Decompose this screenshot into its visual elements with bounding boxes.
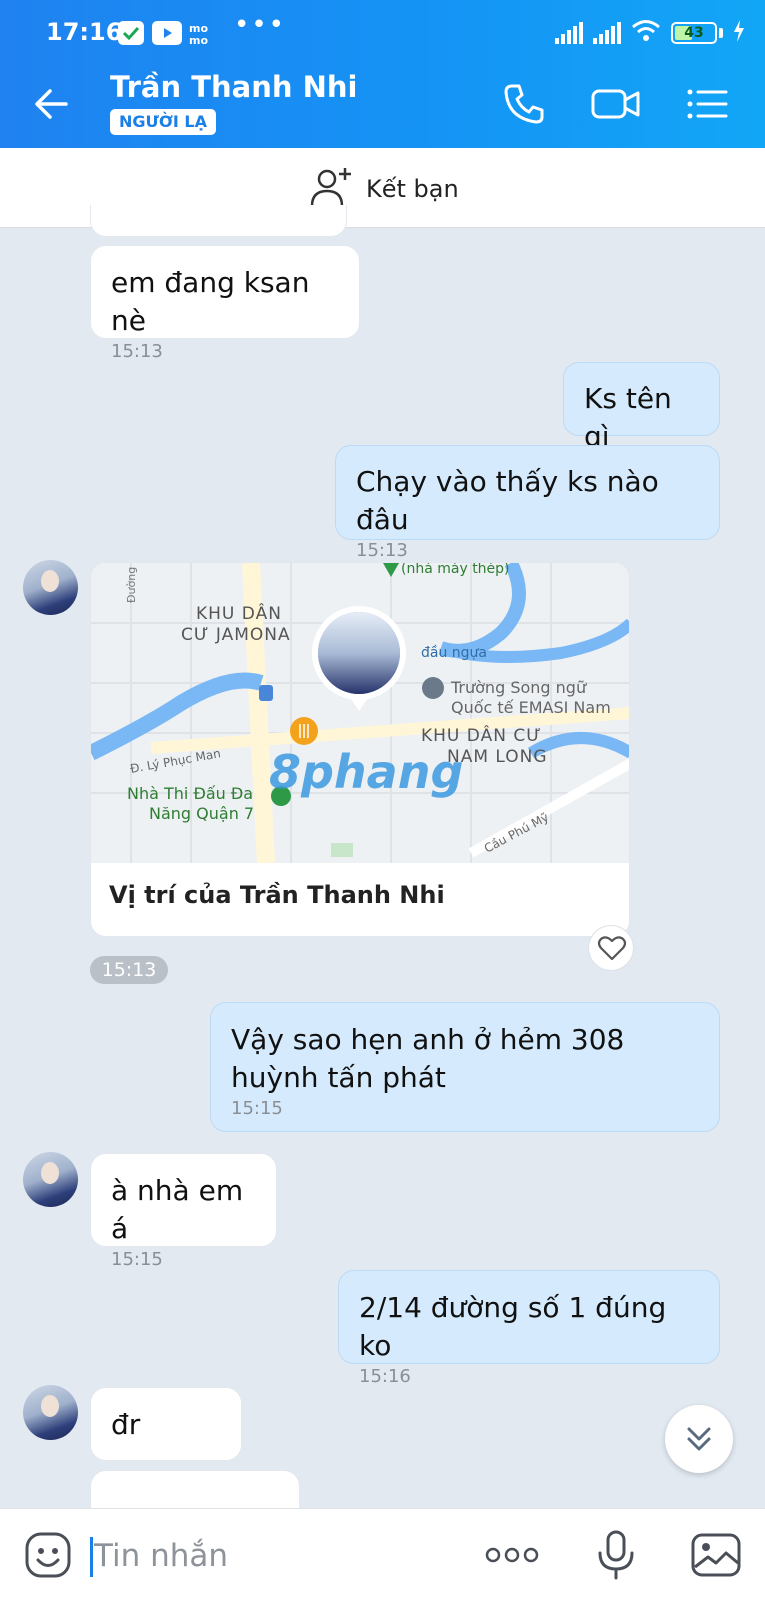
phone-icon[interactable] — [500, 80, 548, 128]
chat-header: Trần Thanh Nhi NGƯỜI LẠ — [0, 58, 765, 148]
location-time: 15:13 — [90, 956, 168, 984]
scroll-to-bottom-button[interactable] — [665, 1405, 733, 1473]
message-text: à nhà em á — [111, 1174, 244, 1245]
message-bubble-incoming[interactable]: đr — [90, 1387, 242, 1461]
charging-icon — [733, 20, 745, 46]
message-text: Chạy vào thấy ks nào đâu — [356, 465, 659, 536]
wifi-icon — [631, 19, 661, 47]
checkmark-app-icon — [118, 21, 144, 45]
avatar[interactable] — [23, 1385, 78, 1440]
message-bubble-outgoing[interactable]: 2/14 đường số 1 đúng ko 15:16 — [338, 1270, 720, 1387]
battery-icon: 43 — [671, 22, 717, 44]
more-options-icon[interactable] — [484, 1529, 540, 1581]
chevron-double-down-icon — [687, 1427, 711, 1451]
map-label-school-b: Quốc tế EMASI Nam — [451, 698, 611, 717]
sticker-icon[interactable] — [22, 1529, 74, 1581]
contact-name[interactable]: Trần Thanh Nhi — [110, 70, 357, 104]
location-map[interactable]: KHU DÂN CƯ JAMONA KHU DÂN CƯ NAM LONG Tr… — [91, 563, 630, 863]
location-caption: Vị trí của Trần Thanh Nhi — [109, 881, 445, 909]
battery-tip — [719, 28, 723, 38]
text-cursor — [90, 1537, 93, 1577]
message-time: 15:13 — [111, 341, 163, 362]
map-label-poi1: (nhà máy thép) — [401, 563, 510, 577]
message-bubble-incoming[interactable]: à nhà em á 15:15 — [90, 1153, 277, 1270]
message-text: Vậy sao hẹn anh ở hẻm 308 huỳnh tấn phát — [231, 1023, 625, 1094]
back-arrow-icon[interactable] — [30, 82, 74, 126]
message-time: 15:16 — [359, 1366, 411, 1387]
map-label-arena-b: Năng Quận 7 — [149, 804, 254, 823]
video-call-icon[interactable] — [590, 80, 640, 128]
stranger-badge: NGƯỜI LẠ — [110, 109, 216, 135]
message-text: đr — [111, 1408, 141, 1441]
youtube-icon — [152, 21, 182, 45]
heart-icon — [597, 936, 627, 961]
svg-text:mo: mo — [189, 34, 208, 45]
message-bubble-outgoing[interactable]: Ks tên gì — [563, 362, 720, 453]
signal-icon-2 — [593, 22, 621, 44]
signal-icon — [555, 22, 583, 44]
map-watermark: 8phang — [269, 745, 463, 799]
message-time: 15:15 — [231, 1098, 283, 1119]
avatar[interactable] — [23, 1152, 78, 1207]
message-bubble-incoming[interactable]: em đang ksan nè 15:13 — [90, 245, 360, 362]
map-label-arena: Nhà Thi Đấu Đa — [127, 784, 253, 803]
message-bubble-outgoing[interactable]: Vậy sao hẹn anh ở hẻm 308 huỳnh tấn phát… — [210, 1002, 720, 1132]
status-time: 17:16 — [46, 18, 123, 46]
map-label-poi2: đầu ngựa — [421, 645, 487, 661]
message-bubble-clipped — [90, 205, 347, 237]
add-friend-label: Kết bạn — [366, 175, 459, 203]
more-notifications-icon: ••• — [234, 10, 287, 40]
microphone-icon[interactable] — [590, 1529, 642, 1581]
message-input[interactable] — [94, 1531, 474, 1581]
location-card[interactable]: KHU DÂN CƯ JAMONA KHU DÂN CƯ NAM LONG Tr… — [90, 562, 630, 937]
map-label-area2: KHU DÂN CƯ — [421, 724, 542, 746]
avatar[interactable] — [23, 560, 78, 615]
momo-icon: mo mo — [189, 21, 215, 47]
message-text: 2/14 đường số 1 đúng ko — [359, 1291, 667, 1362]
map-label-area1: KHU DÂN — [196, 602, 282, 624]
menu-list-icon[interactable] — [684, 80, 732, 128]
status-bar: 17:16 mo mo ••• 43 — [0, 0, 765, 58]
message-time: 15:13 — [356, 540, 408, 561]
map-label-school: Trường Song ngữ — [450, 678, 587, 697]
message-text: em đang ksan nè — [111, 266, 310, 337]
message-bubble-clipped — [90, 1470, 300, 1508]
message-time: 15:15 — [111, 1249, 163, 1270]
like-button[interactable] — [588, 925, 634, 971]
message-input-bar — [0, 1508, 765, 1600]
school-marker-icon — [422, 677, 444, 699]
image-icon[interactable] — [690, 1529, 742, 1581]
message-bubble-outgoing[interactable]: Chạy vào thấy ks nào đâu 15:13 — [335, 445, 720, 561]
map-label-area1b: CƯ JAMONA — [181, 625, 291, 645]
map-label-street3: Đường — [125, 567, 138, 603]
bus-stop-icon — [259, 685, 273, 701]
